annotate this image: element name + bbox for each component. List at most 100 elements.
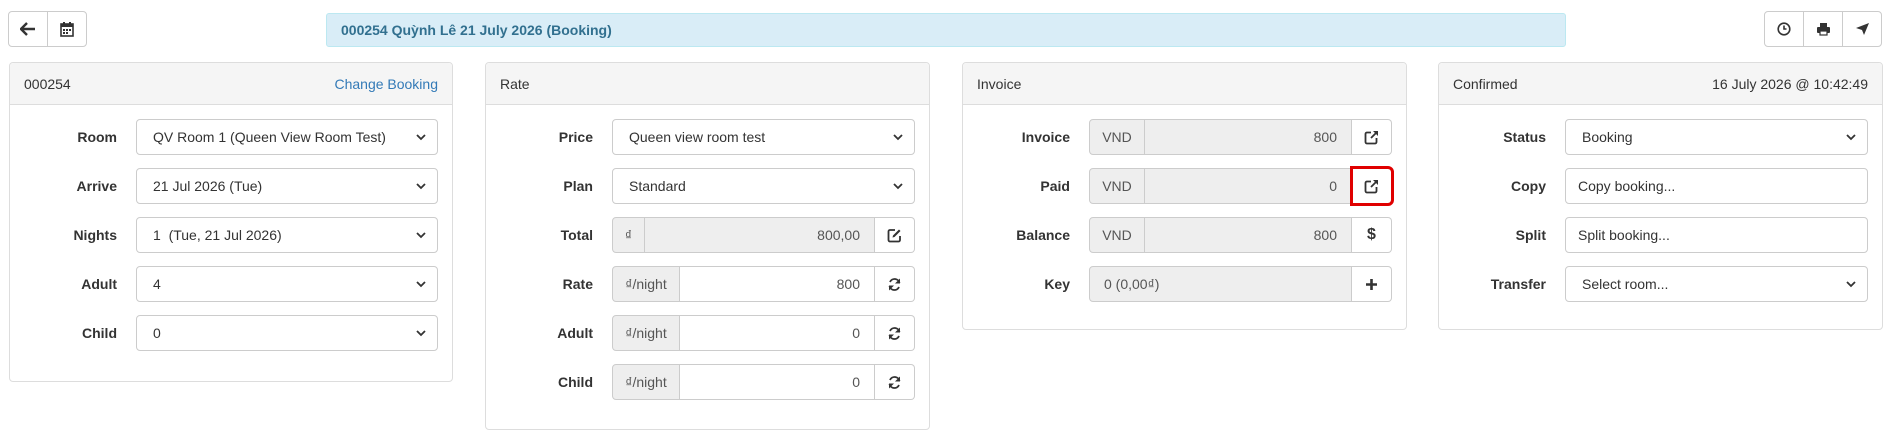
price-select[interactable]: Queen view room test	[612, 119, 915, 155]
rate-title: Rate	[500, 75, 530, 92]
rate-row: Rate ₫/night 800	[486, 266, 929, 302]
refresh-rate-button[interactable]	[875, 266, 915, 302]
nights-row: Nights 1 (Tue, 21 Jul 2026)	[10, 217, 452, 253]
split-booking-input[interactable]: Split booking...	[1565, 217, 1868, 253]
transfer-value: Select room...	[1582, 276, 1669, 292]
arrive-select[interactable]: 21 Jul 2026 (Tue)	[136, 168, 438, 204]
arrive-row: Arrive 21 Jul 2026 (Tue)	[10, 168, 452, 204]
chevron-down-icon	[416, 134, 426, 141]
status-label: Status	[1503, 129, 1546, 145]
rate-panel: Rate Price Queen view room test Plan Sta…	[485, 62, 930, 430]
open-invoice-button[interactable]	[1352, 119, 1392, 155]
edit-total-button[interactable]	[875, 217, 915, 253]
balance-label: Balance	[1016, 227, 1070, 243]
copy-label: Copy	[1511, 178, 1546, 194]
chevron-down-icon	[416, 183, 426, 190]
child-value: 0	[153, 325, 161, 341]
rate-input[interactable]: 800	[680, 266, 875, 302]
adult-select[interactable]: 4	[136, 266, 438, 302]
refresh-adult-button[interactable]	[875, 315, 915, 351]
open-payments-button[interactable]	[1350, 166, 1394, 206]
child-label: Child	[82, 325, 117, 341]
key-label: Key	[1044, 276, 1070, 292]
refresh-icon	[888, 326, 901, 340]
refresh-icon	[888, 375, 901, 389]
copy-booking-input[interactable]: Copy booking...	[1565, 168, 1868, 204]
plan-row: Plan Standard	[486, 168, 929, 204]
edit-icon	[887, 228, 901, 242]
external-link-icon	[1364, 179, 1378, 193]
booking-panel: 000254 Change Booking Room QV Room 1 (Qu…	[9, 62, 453, 382]
rate-unit-addon: ₫/night	[612, 266, 680, 302]
chevron-down-icon	[893, 134, 903, 141]
refresh-icon	[888, 277, 901, 291]
rate-child-row: Child ₫/night 0	[486, 364, 929, 400]
clock-icon	[1777, 22, 1791, 36]
paid-currency-addon: VND	[1089, 168, 1145, 204]
status-value: Booking	[1582, 129, 1633, 145]
paid-value-field: 0	[1145, 168, 1352, 204]
add-key-button[interactable]	[1352, 266, 1392, 302]
back-button[interactable]	[8, 11, 48, 47]
nights-label: Nights	[73, 227, 117, 243]
price-label: Price	[558, 129, 593, 145]
split-label: Split	[1515, 227, 1546, 243]
rate-panel-heading: Rate	[486, 63, 929, 105]
status-select[interactable]: Booking	[1565, 119, 1868, 155]
rate-adult-input[interactable]: 0	[680, 315, 875, 351]
booking-number: 000254	[24, 75, 71, 92]
status-panel-heading: Confirmed 16 July 2026 @ 10:42:49	[1439, 63, 1882, 105]
key-value-field: 0 (0,00₫)	[1089, 266, 1352, 302]
price-row: Price Queen view room test	[486, 119, 929, 155]
transfer-row: Transfer Select room...	[1439, 266, 1882, 302]
rate-child-input[interactable]: 0	[680, 364, 875, 400]
rate-child-label: Child	[558, 374, 593, 390]
print-button[interactable]	[1803, 11, 1843, 47]
calendar-button[interactable]	[47, 11, 87, 47]
invoice-currency-addon: VND	[1089, 119, 1145, 155]
room-value: QV Room 1 (Queen View Room Test)	[153, 129, 386, 145]
history-button[interactable]	[1764, 11, 1804, 47]
pay-balance-button[interactable]: $	[1352, 217, 1392, 253]
room-select[interactable]: QV Room 1 (Queen View Room Test)	[136, 119, 438, 155]
copy-row: Copy Copy booking...	[1439, 168, 1882, 204]
child-select[interactable]: 0	[136, 315, 438, 351]
send-button[interactable]	[1842, 11, 1882, 47]
rate-label: Rate	[562, 276, 593, 292]
invoice-panel-heading: Invoice	[963, 63, 1406, 105]
invoice-title: Invoice	[977, 75, 1022, 92]
plan-select[interactable]: Standard	[612, 168, 915, 204]
plan-value: Standard	[629, 178, 686, 194]
chevron-down-icon	[1846, 281, 1856, 288]
refresh-child-button[interactable]	[875, 364, 915, 400]
balance-row: Balance VND 800 $	[963, 217, 1406, 253]
child-row: Child 0	[10, 315, 452, 351]
invoice-row: Invoice VND 800	[963, 119, 1406, 155]
confirmed-title: Confirmed	[1453, 75, 1518, 92]
dollar-icon: $	[1367, 226, 1376, 243]
total-label: Total	[560, 227, 593, 243]
total-value-field: 800,00	[645, 217, 875, 253]
chevron-down-icon	[416, 232, 426, 239]
calendar-icon	[60, 21, 74, 37]
nights-value: 1 (Tue, 21 Jul 2026)	[153, 227, 282, 243]
child-unit-addon: ₫/night	[612, 364, 680, 400]
room-row: Room QV Room 1 (Queen View Room Test)	[10, 119, 452, 155]
balance-value-field: 800	[1145, 217, 1352, 253]
rate-adult-label: Adult	[557, 325, 593, 341]
rate-adult-row: Adult ₫/night 0	[486, 315, 929, 351]
arrive-value: 21 Jul 2026 (Tue)	[153, 178, 263, 194]
adult-value: 4	[153, 276, 161, 292]
transfer-select[interactable]: Select room...	[1565, 266, 1868, 302]
status-row: Status Booking	[1439, 119, 1882, 155]
arrow-left-icon	[20, 22, 35, 36]
balance-currency-addon: VND	[1089, 217, 1145, 253]
nights-select[interactable]: 1 (Tue, 21 Jul 2026)	[136, 217, 438, 253]
room-label: Room	[77, 129, 117, 145]
chevron-down-icon	[416, 281, 426, 288]
change-booking-link[interactable]: Change Booking	[334, 76, 438, 92]
plus-icon	[1366, 278, 1377, 290]
toolbar-left	[8, 11, 87, 47]
status-panel: Confirmed 16 July 2026 @ 10:42:49 Status…	[1438, 62, 1883, 330]
external-link-icon	[1364, 130, 1378, 144]
